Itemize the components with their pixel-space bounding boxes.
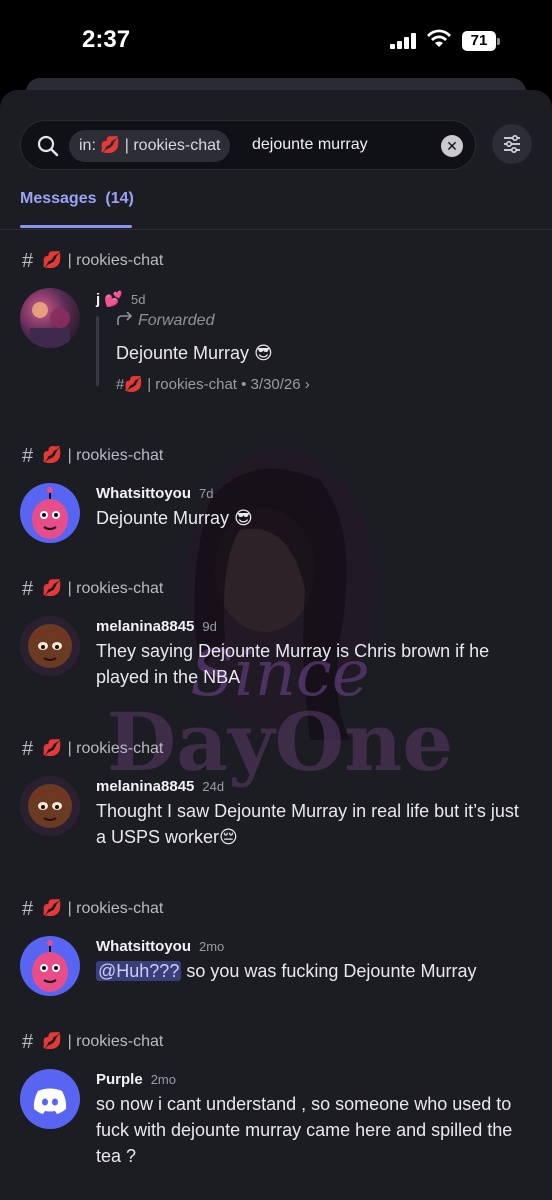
status-time: 2:37 [82,26,131,53]
avatar[interactable] [20,483,80,543]
filter-settings-button[interactable] [492,124,532,164]
username[interactable]: Whatsittoyou 7d [96,485,213,502]
message-text: They saying Dejounte Murray is Chris bro… [96,641,490,687]
user-mention[interactable]: @Huh??? [96,961,182,981]
avatar[interactable] [20,776,80,836]
avatar[interactable] [20,936,80,996]
result-channel[interactable]: # 💋 | rookies-chat [22,898,163,920]
result-channel[interactable]: # 💋 | rookies-chat [22,738,163,760]
search-input[interactable]: dejounte murray [252,136,368,154]
message-text: Dejounte Murray 😎 [96,508,253,528]
message-text: @Huh??? so you was fucking Dejounte Murr… [96,961,477,981]
chip-prefix: in: [79,137,96,154]
kiss-emoji: 💋 [100,137,125,154]
username[interactable]: Purple 2mo [96,1071,176,1088]
username[interactable]: melanina8845 9d [96,618,217,635]
message-text: so now i cant understand , so someone wh… [96,1094,513,1166]
channel-filter-chip[interactable]: in: 💋 | rookies-chat [69,130,231,162]
tab-indicator [20,225,132,228]
username[interactable]: melanina8845 24d [96,778,224,795]
battery-level: 71 [462,31,496,51]
search-icon [37,135,59,157]
search-sheet: Since DayOne in: 💋 | rookies-chat dejoun… [0,90,552,1200]
cellular-signal-icon [390,33,416,49]
clear-search-icon[interactable]: ✕ [441,135,463,157]
forward-arrow-icon [117,311,133,325]
discord-logo-icon [33,1088,67,1114]
username[interactable]: Whatsittoyou 2mo [96,938,224,955]
result-channel[interactable]: # 💋 | rookies-chat [22,250,163,272]
message-text: Dejounte Murray 😎 [116,343,273,363]
forward-bar [96,316,99,386]
sliders-icon [504,134,520,154]
username[interactable]: j 💕 5d [96,290,145,308]
avatar[interactable] [20,288,80,348]
wifi-icon [427,29,451,47]
chip-channel: | rookies-chat [124,137,221,154]
result-channel[interactable]: # 💋 | rookies-chat [22,1031,163,1053]
forward-source[interactable]: #💋 | rookies-chat • 3/30/26 › [116,375,310,393]
avatar[interactable] [20,1069,80,1129]
avatar[interactable] [20,616,80,676]
result-channel[interactable]: # 💋 | rookies-chat [22,445,163,467]
tab-messages[interactable]: Messages (14) [20,190,134,208]
status-bar: 2:37 71 [0,0,552,80]
battery-icon: 71 [462,31,500,51]
divider [0,229,552,230]
forwarded-label: Forwarded [116,311,214,330]
message-text: Thought I saw Dejounte Murray in real li… [96,801,519,847]
result-channel[interactable]: # 💋 | rookies-chat [22,578,163,600]
search-bar[interactable]: in: 💋 | rookies-chat dejounte murray ✕ [20,120,476,170]
